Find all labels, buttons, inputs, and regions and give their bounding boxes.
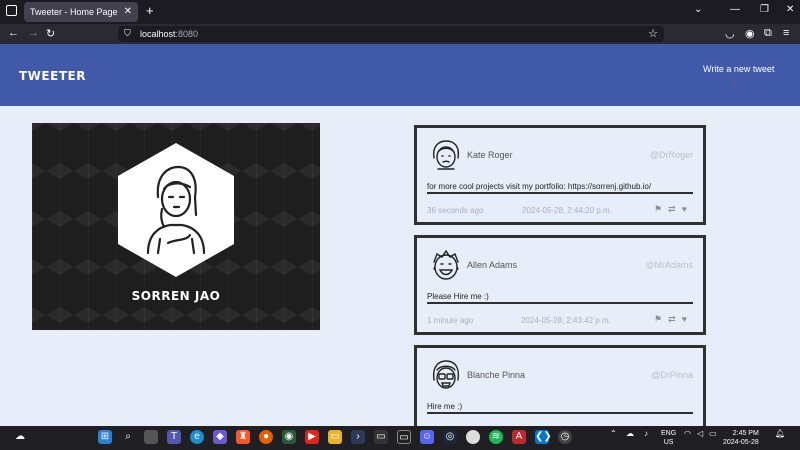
chrome-icon[interactable] (466, 430, 480, 444)
bookmark-star-icon[interactable]: ☆ (648, 27, 658, 40)
like-heart-icon[interactable]: ♥ (682, 204, 693, 214)
language-indicator[interactable]: ENG US (661, 429, 676, 447)
brave-icon[interactable]: ♜ (236, 430, 250, 444)
spotify-icon[interactable]: ≋ (489, 430, 503, 444)
weather-icon[interactable]: ☁ (10, 430, 30, 444)
site-header: TWEETER Write a new tweet ♡ (0, 44, 800, 106)
browser-nav-bar: ← → ↻ ⛉ localhost:8080 ☆ ◡ ◉ ⧉ ≡ (0, 24, 800, 44)
edge-icon[interactable]: e (190, 430, 204, 444)
youtube-icon[interactable]: ▶ (305, 430, 319, 444)
acrobat-icon[interactable]: A (512, 430, 526, 444)
tweet-author-name[interactable]: Blanche Pinna (467, 370, 525, 380)
tweet-author-handle[interactable]: @DrRoger (650, 150, 693, 160)
discord-icon[interactable]: ☺ (420, 430, 434, 444)
tweet-author-handle[interactable]: @MrAdams (645, 260, 693, 270)
forward-icon[interactable]: → (28, 27, 39, 39)
tweet-author-name[interactable]: Allen Adams (467, 260, 517, 270)
tweet-card: Blanche Pinna @DrPinna Hire me :) (414, 345, 706, 426)
steam-icon[interactable]: ◎ (443, 430, 457, 444)
clock-time: 2:45 PM (732, 430, 759, 437)
site-logo[interactable]: TWEETER (19, 69, 86, 83)
app-icon[interactable]: ▭ (397, 430, 411, 444)
divider (427, 302, 693, 304)
url-bar[interactable]: ⛉ localhost:8080 ☆ (118, 26, 664, 42)
flag-icon[interactable]: ⚑ (654, 204, 668, 214)
minimize-icon[interactable]: — (730, 4, 740, 15)
profile-name: SORREN JAO (131, 289, 221, 303)
tweet-card: Allen Adams @MrAdams Please Hire me :) 1… (414, 235, 706, 335)
clock-date: 2024-05-28 (723, 439, 759, 446)
region-code: US (663, 439, 674, 446)
like-heart-icon[interactable]: ♥ (682, 314, 693, 324)
tweet-relative-time: 36 seconds ago (427, 206, 484, 215)
onedrive-icon[interactable]: ☁ (626, 429, 634, 438)
profile-card: SORREN JAO (32, 123, 320, 330)
write-tweet-link[interactable]: Write a new tweet (703, 64, 774, 74)
shield-icon[interactable]: ⛉ (124, 28, 131, 39)
tweet-content: for more cool projects visit my portfoli… (427, 182, 652, 191)
tweet-content: Hire me :) (427, 402, 463, 411)
vscode-icon[interactable]: ❮❯ (535, 430, 552, 444)
tab-list-icon[interactable] (6, 5, 17, 16)
terminal-icon[interactable]: ▭ (374, 430, 388, 444)
close-window-icon[interactable]: ✕ (786, 4, 794, 15)
restore-icon[interactable]: ❐ (760, 4, 769, 15)
menu-icon[interactable]: ≡ (783, 27, 789, 39)
divider (427, 192, 693, 194)
teams-icon[interactable]: T (167, 430, 181, 444)
tab-overflow-icon[interactable]: ⌄ (694, 4, 702, 15)
battery-icon[interactable]: ▭ (709, 429, 717, 438)
extensions-icon[interactable]: ⧉ (764, 27, 772, 40)
tab-close-icon[interactable]: ✕ (124, 6, 132, 17)
user-avatar (433, 249, 459, 280)
start-icon[interactable]: ⊞ (98, 430, 112, 444)
retweet-icon[interactable]: ⇄ (668, 314, 682, 324)
tweet-relative-time: 1 minute ago (427, 316, 474, 325)
file-explorer-icon[interactable]: ▭ (328, 430, 342, 444)
app-icon[interactable]: ◉ (282, 430, 296, 444)
app-icon[interactable]: ◆ (213, 430, 227, 444)
browser-tab-bar: Tweeter - Home Page ✕ + ⌄ — ❐ ✕ (0, 0, 800, 24)
firefox-icon[interactable]: ● (259, 430, 273, 444)
powershell-icon[interactable]: › (351, 430, 365, 444)
microphone-icon[interactable]: ♪ (644, 429, 648, 438)
web-page: TWEETER Write a new tweet ♡ SORREN JAO K… (0, 44, 800, 426)
new-tab-button[interactable]: + (146, 3, 154, 18)
taskbar: ☁ ⊞ ⌕ T e ◆ ♜ ● ◉ ▶ ▭ › ▭ ▭ ☺ ◎ ≋ A ❮❯ ◷… (0, 426, 800, 450)
user-avatar (432, 360, 460, 389)
notifications-icon[interactable]: 🔔︎ (775, 429, 785, 438)
tweet-timestamp: 2024-05-28, 2:44:20 p.m. (522, 206, 612, 215)
wifi-icon[interactable]: ◠ (684, 429, 691, 438)
tweet-content: Please Hire me :) (427, 292, 489, 301)
tray-chevron-icon[interactable]: ⌃ (610, 429, 617, 438)
url-port: :8080 (175, 29, 199, 39)
tweet-card: Kate Roger @DrRoger for more cool projec… (414, 125, 706, 225)
search-icon[interactable]: ⌕ (121, 430, 135, 444)
account-icon[interactable]: ◉ (745, 27, 755, 40)
tweet-author-name[interactable]: Kate Roger (467, 150, 513, 160)
tweet-actions: ⚑⇄♥ (654, 204, 693, 215)
pocket-icon[interactable]: ◡ (725, 27, 735, 40)
tweet-actions: ⚑⇄♥ (654, 314, 693, 325)
retweet-icon[interactable]: ⇄ (668, 204, 682, 214)
divider (427, 412, 693, 414)
tweet-timestamp: 2024-05-28, 2:43:42 p.m. (521, 316, 611, 325)
reload-icon[interactable]: ↻ (46, 27, 55, 40)
system-clock[interactable]: 2:45 PM 2024-05-28 (723, 429, 759, 447)
tweet-author-handle[interactable]: @DrPinna (651, 370, 693, 380)
task-view-icon[interactable] (144, 430, 158, 444)
tab-title: Tweeter - Home Page (30, 7, 118, 17)
volume-icon[interactable]: ◁ (697, 429, 703, 438)
url-host: localhost (140, 29, 176, 39)
flag-icon[interactable]: ⚑ (654, 314, 668, 324)
browser-tab[interactable]: Tweeter - Home Page ✕ (24, 2, 138, 22)
heart-icon[interactable]: ♡ (731, 77, 739, 88)
back-icon[interactable]: ← (8, 27, 19, 39)
profile-avatar (118, 143, 234, 277)
language-code: ENG (661, 430, 677, 437)
user-avatar (432, 140, 460, 170)
app-icon[interactable]: ◷ (558, 430, 572, 444)
